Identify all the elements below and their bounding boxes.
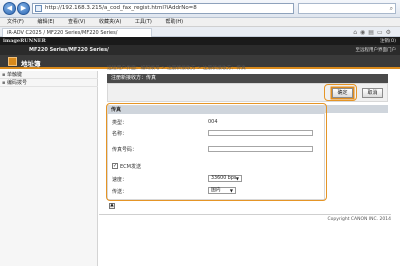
menu-favorites[interactable]: 收藏夹(A) xyxy=(99,19,121,25)
menu-file[interactable]: 文件(F) xyxy=(7,19,24,25)
url-text: http://192.168.3.215/a_cod_fax_regist.ht… xyxy=(45,5,197,11)
sidebar-item-coded-dial[interactable]: ▪ 编码拨号 xyxy=(0,79,98,87)
menu-help[interactable]: 帮助(H) xyxy=(165,19,183,25)
search-input[interactable]: ⌕ xyxy=(298,3,396,14)
back-to-top-icon[interactable]: ▲ xyxy=(109,203,115,209)
menu-view[interactable]: 查看(V) xyxy=(68,19,85,25)
sidebar: ▪ 单触键 ▪ 编码拨号 xyxy=(0,71,98,266)
menu-edit[interactable]: 编辑(E) xyxy=(37,19,54,25)
address-book-icon xyxy=(8,57,17,66)
back-button[interactable]: ◀ xyxy=(3,2,16,15)
forward-button[interactable]: ▶ xyxy=(17,2,30,15)
page-icon[interactable]: ▭ xyxy=(377,29,386,36)
sidebar-item-label: 编码拨号 xyxy=(7,80,28,86)
form-highlight xyxy=(106,103,327,201)
bullet-icon: ▪ xyxy=(2,72,6,78)
rui-top-bar: imageRUNNER 注销(O) xyxy=(0,37,400,45)
brand-logo: imageRUNNER xyxy=(3,38,46,44)
ok-highlight xyxy=(324,84,357,101)
browser-toolbar: ◀ ▶ http://192.168.3.215/a_cod_fax_regis… xyxy=(0,0,400,18)
model-bar: MF220 Series/MF220 Series/ 至远程用户界面门户 xyxy=(0,45,400,55)
sidebar-item-label: 单触键 xyxy=(7,72,23,78)
logout-link[interactable]: 注销(O) xyxy=(380,38,396,44)
panel-title: 注册新接收方：传真 xyxy=(107,74,388,83)
address-bar[interactable]: http://192.168.3.215/a_cod_fax_regist.ht… xyxy=(32,3,294,14)
form-header-extension xyxy=(325,105,388,113)
command-bar: ⌂◉▤▭⚙ xyxy=(353,29,394,36)
home-icon[interactable]: ⌂ xyxy=(353,29,360,36)
tab-strip: iR-ADV C2025 / MF220 Series/MF220 Series… xyxy=(0,27,400,37)
browser-tab[interactable]: iR-ADV C2025 / MF220 Series/MF220 Series… xyxy=(2,28,152,37)
menu-bar: 文件(F) 编辑(E) 查看(V) 收藏夹(A) 工具(T) 帮助(H) xyxy=(0,18,400,27)
cancel-button[interactable]: 取消 xyxy=(362,88,383,98)
copyright: Copyright CANON INC. 2014 xyxy=(327,217,392,222)
page-icon xyxy=(35,5,42,12)
bullet-icon: ▪ xyxy=(2,80,6,86)
breadcrumb: 远程用户界面：编码拨号 > 注册新接收方 > 注册新接收方：传真 xyxy=(107,66,246,71)
sidebar-item-one-touch[interactable]: ▪ 单触键 xyxy=(0,71,98,79)
menu-tools[interactable]: 工具(T) xyxy=(135,19,152,25)
footer-divider xyxy=(99,214,391,215)
search-icon[interactable]: ⌕ xyxy=(390,5,393,13)
tools-icon[interactable]: ⚙ xyxy=(386,29,394,36)
model-name: MF220 Series/MF220 Series/ xyxy=(29,47,109,53)
page-title: 地址簿 xyxy=(21,60,41,68)
print-icon[interactable]: ▤ xyxy=(368,29,377,36)
portal-link[interactable]: 至远程用户界面门户 xyxy=(356,47,397,53)
